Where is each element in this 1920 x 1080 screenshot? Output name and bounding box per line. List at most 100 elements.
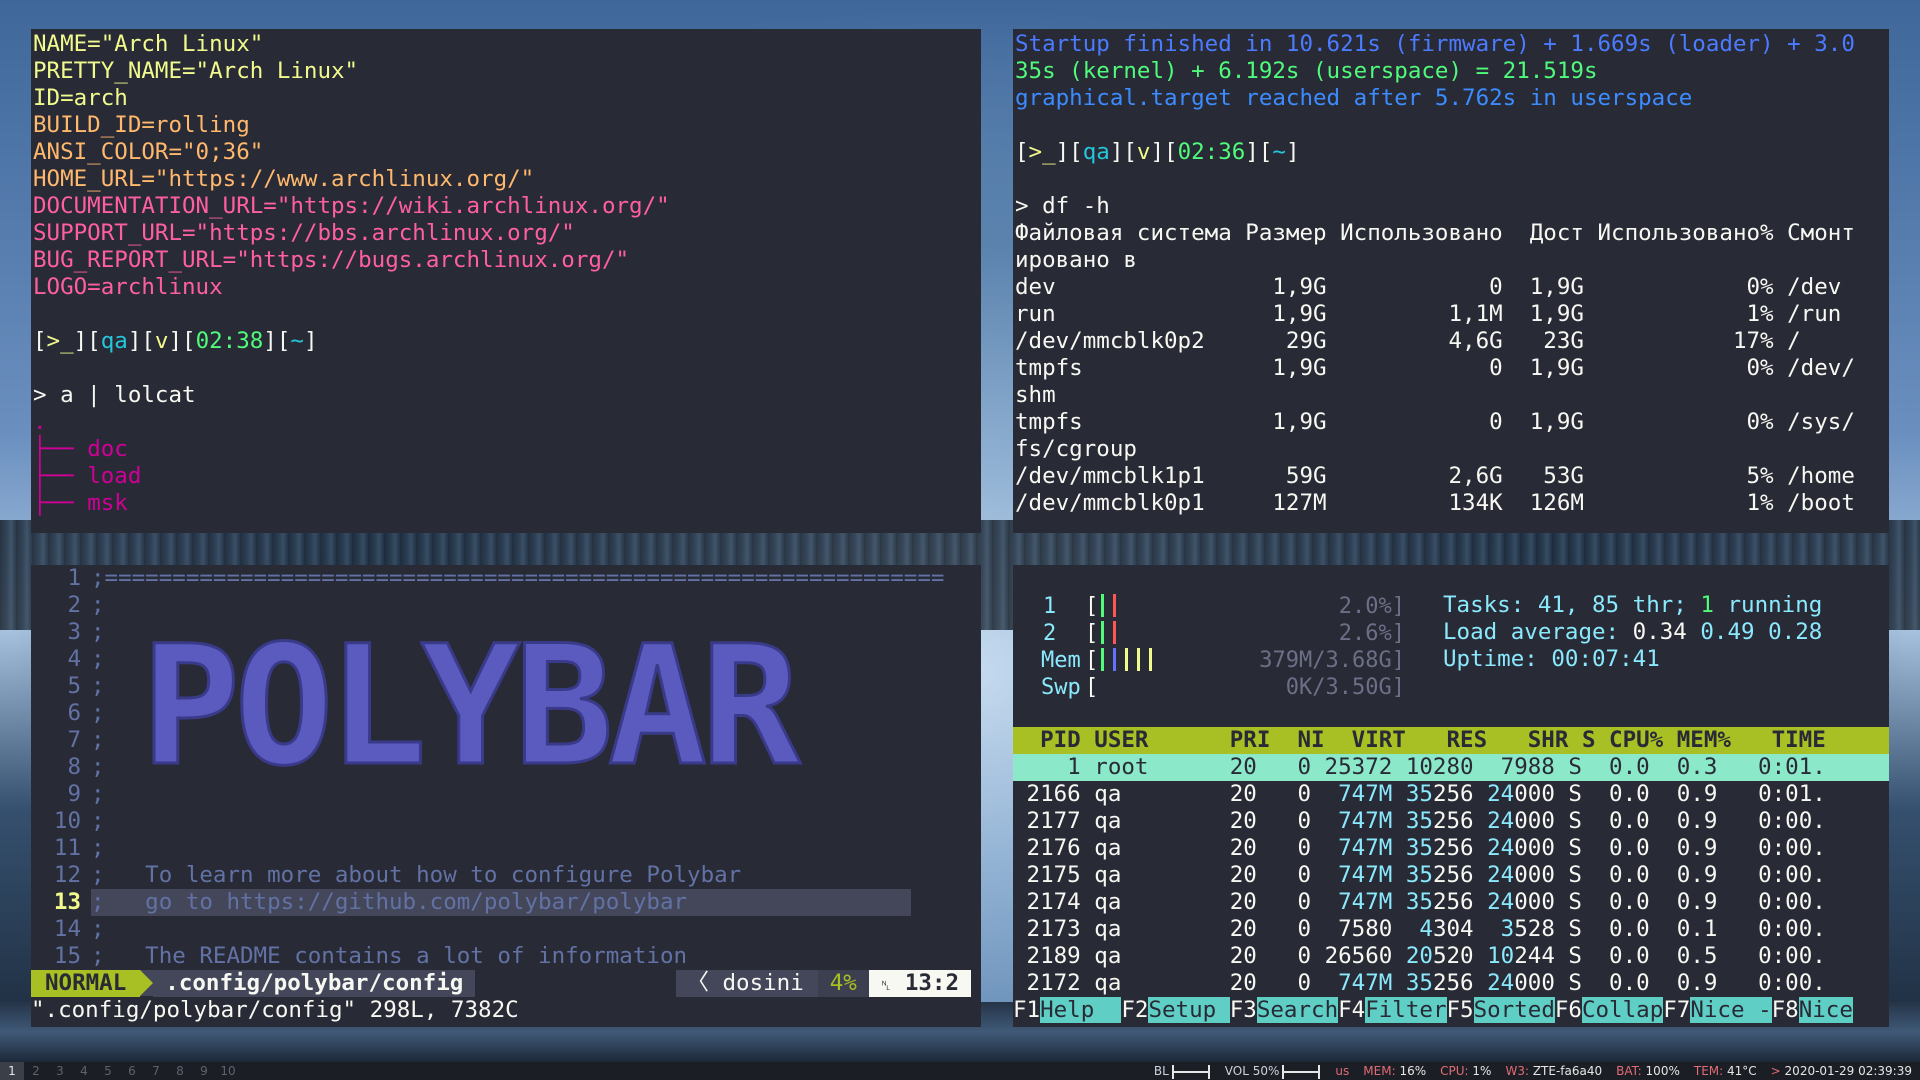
line-number: 15 [53,943,81,969]
backlight-module[interactable]: BL [1154,1062,1211,1080]
vim-line[interactable]: 12 ; To learn more about how to configure… [31,862,981,889]
fkey-f7[interactable]: F7Nice - [1663,997,1772,1024]
priority: 20 0 [1216,970,1312,996]
vim-line-text: ; [91,619,105,645]
process-row[interactable]: 2172 qa 20 0 747M 35256 24000 S 0.0 0.9 … [1013,970,1889,997]
stats: S 0.0 0.9 0:00. [1554,862,1826,888]
fkey-f5[interactable]: F5Sorted [1447,997,1555,1024]
vim-line[interactable]: 9; [31,781,981,808]
memory-meter: Mem[379M/3.68G] [1041,648,1405,673]
vim-line[interactable]: 2; [31,592,981,619]
stats: S 0.0 0.9 0:00. [1554,889,1826,915]
svg-text:POLYBAR: POLYBAR [141,635,801,785]
df-row: tmpfs 1,9G 0 1,9G 0% /dev/ [1015,355,1855,381]
vim-line-text: ; [91,808,105,834]
vim-line[interactable]: 15 ; The README contains a lot of informa… [31,943,981,970]
vim-line-text: ; [91,754,105,780]
stats: S 0.0 0.9 0:00. [1554,970,1826,996]
polybar-ascii-art: POLYBAR [141,635,809,785]
meter-bar [1113,621,1116,644]
vim-percent: 4% [817,970,869,997]
user: qa [1094,835,1217,861]
meter-label: 2 [1043,621,1056,646]
workspace-7[interactable]: 7 [144,1062,168,1080]
priority: 20 0 [1216,916,1312,942]
polybar: 1 2 3 4 5 6 7 8 9 10 BL VOL 50% us MEM: 16% CPU: … [0,1062,1920,1080]
fkey-f3[interactable]: F3Search [1230,997,1339,1024]
virt: 747M [1311,970,1393,996]
vim-line-text: ; [91,700,105,726]
vim-line-text: ; [91,835,105,861]
cpu-module: CPU: 1% [1440,1064,1492,1078]
fkey-f8[interactable]: F8Nice [1772,997,1853,1024]
virt: 747M [1311,862,1393,888]
res-lo: 256 [1432,889,1474,915]
tree-root: . [33,409,47,435]
volume-slider[interactable] [1282,1064,1321,1079]
vim-line[interactable]: 10; [31,808,981,835]
vim-line[interactable]: 11; [31,835,981,862]
workspace-2[interactable]: 2 [24,1062,48,1080]
res-lo: 256 [1432,835,1474,861]
process-row[interactable]: 2174 qa 20 0 747M 35256 24000 S 0.0 0.9 … [1013,889,1889,916]
fkey-f6[interactable]: F6Collap [1555,997,1664,1024]
process-row[interactable]: 2175 qa 20 0 747M 35256 24000 S 0.0 0.9 … [1013,862,1889,889]
vim-line[interactable]: 13 ; go to https://github.com/polybar/pol… [31,889,981,916]
line-number: 1 [67,565,81,591]
os-release-line: LOGO=archlinux [33,274,223,300]
process-row[interactable]: 1 root 20 0 25372 10280 7988 S 0.0 0.3 0… [1013,754,1889,781]
meter-bar [1113,594,1116,617]
vim-editor[interactable]: 1 ;======================================… [31,565,981,1027]
vim-line[interactable]: 14; [31,916,981,943]
volume-module[interactable]: VOL 50% [1225,1062,1322,1080]
shr-hi: 24 [1473,889,1515,915]
line-number-icon: ␤ [880,979,892,994]
shr-hi: 10 [1473,943,1515,969]
backlight-slider[interactable] [1171,1064,1210,1079]
memory-module: MEM: 16% [1363,1064,1427,1078]
workspace-4[interactable]: 4 [72,1062,96,1080]
process-row[interactable]: 2173 qa 20 0 7580 4304 3528 S 0.0 0.1 0:… [1013,916,1889,943]
fkey-f2[interactable]: F2Setup [1121,997,1230,1024]
user: qa [1094,970,1217,996]
vim-cmdline[interactable]: ".config/polybar/config" 298L, 7382C [31,997,519,1024]
user: qa [1094,862,1217,888]
df-row: ировано в [1015,247,1137,273]
vim-line-text: ; go to https://github.com/polybar/polyb… [91,889,911,916]
terminal-os-release[interactable]: NAME="Arch Linux" PRETTY_NAME="Arch Linux… [31,29,981,533]
vim-line[interactable]: 1 ;======================================… [31,565,981,592]
priority: 20 0 [1216,889,1312,915]
process-table-header[interactable]: PID USER PRI NI VIRT RES SHR S CPU% MEM%… [1013,727,1889,754]
workspace-3[interactable]: 3 [48,1062,72,1080]
workspace-1[interactable]: 1 [0,1062,24,1080]
virt: 26560 [1311,943,1393,969]
workspace-5[interactable]: 5 [96,1062,120,1080]
process-row[interactable]: 2166 qa 20 0 747M 35256 24000 S 0.0 0.9 … [1013,781,1889,808]
res-lo: 256 [1432,970,1474,996]
user: qa [1094,943,1217,969]
user: qa [1094,781,1217,807]
workspace-10[interactable]: 10 [216,1062,240,1080]
os-release-line: DOCUMENTATION_URL="https://wiki.archlinu… [33,193,670,219]
df-row: run 1,9G 1,1M 1,9G 1% /run [1015,301,1842,327]
shr-lo: 000 [1514,808,1555,834]
terminal-df[interactable]: Startup finished in 10.621s (firmware) +… [1013,29,1889,533]
process-row[interactable]: 2177 qa 20 0 747M 35256 24000 S 0.0 0.9 … [1013,808,1889,835]
meter-bar [1137,648,1140,671]
workspace-9[interactable]: 9 [192,1062,216,1080]
meter-bar [1113,648,1116,671]
res-lo: 256 [1432,808,1474,834]
process-row[interactable]: 2176 qa 20 0 747M 35256 24000 S 0.0 0.9 … [1013,835,1889,862]
workspace-8[interactable]: 8 [168,1062,192,1080]
fkey-f1[interactable]: F1Help [1013,997,1122,1024]
function-key-bar: F1Help F2Setup F3Search F4Filter F5Sorted F… [1013,997,1889,1024]
svg-text:[: [ [1085,675,1098,700]
priority: 20 0 [1216,862,1312,888]
shr-hi: 24 [1473,862,1515,888]
workspace-6[interactable]: 6 [120,1062,144,1080]
process-row[interactable]: 2189 qa 20 0 26560 20520 10244 S 0.0 0.5… [1013,943,1889,970]
htop[interactable]: 1[2.0%] 2[2.6%] Mem[379M/3.68G] Swp[0K/3.50… [1013,565,1889,1027]
line-number: 6 [67,700,81,726]
fkey-f4[interactable]: F4Filter [1338,997,1447,1024]
cpu2-meter: 2 [2.6%] [1043,621,1405,646]
